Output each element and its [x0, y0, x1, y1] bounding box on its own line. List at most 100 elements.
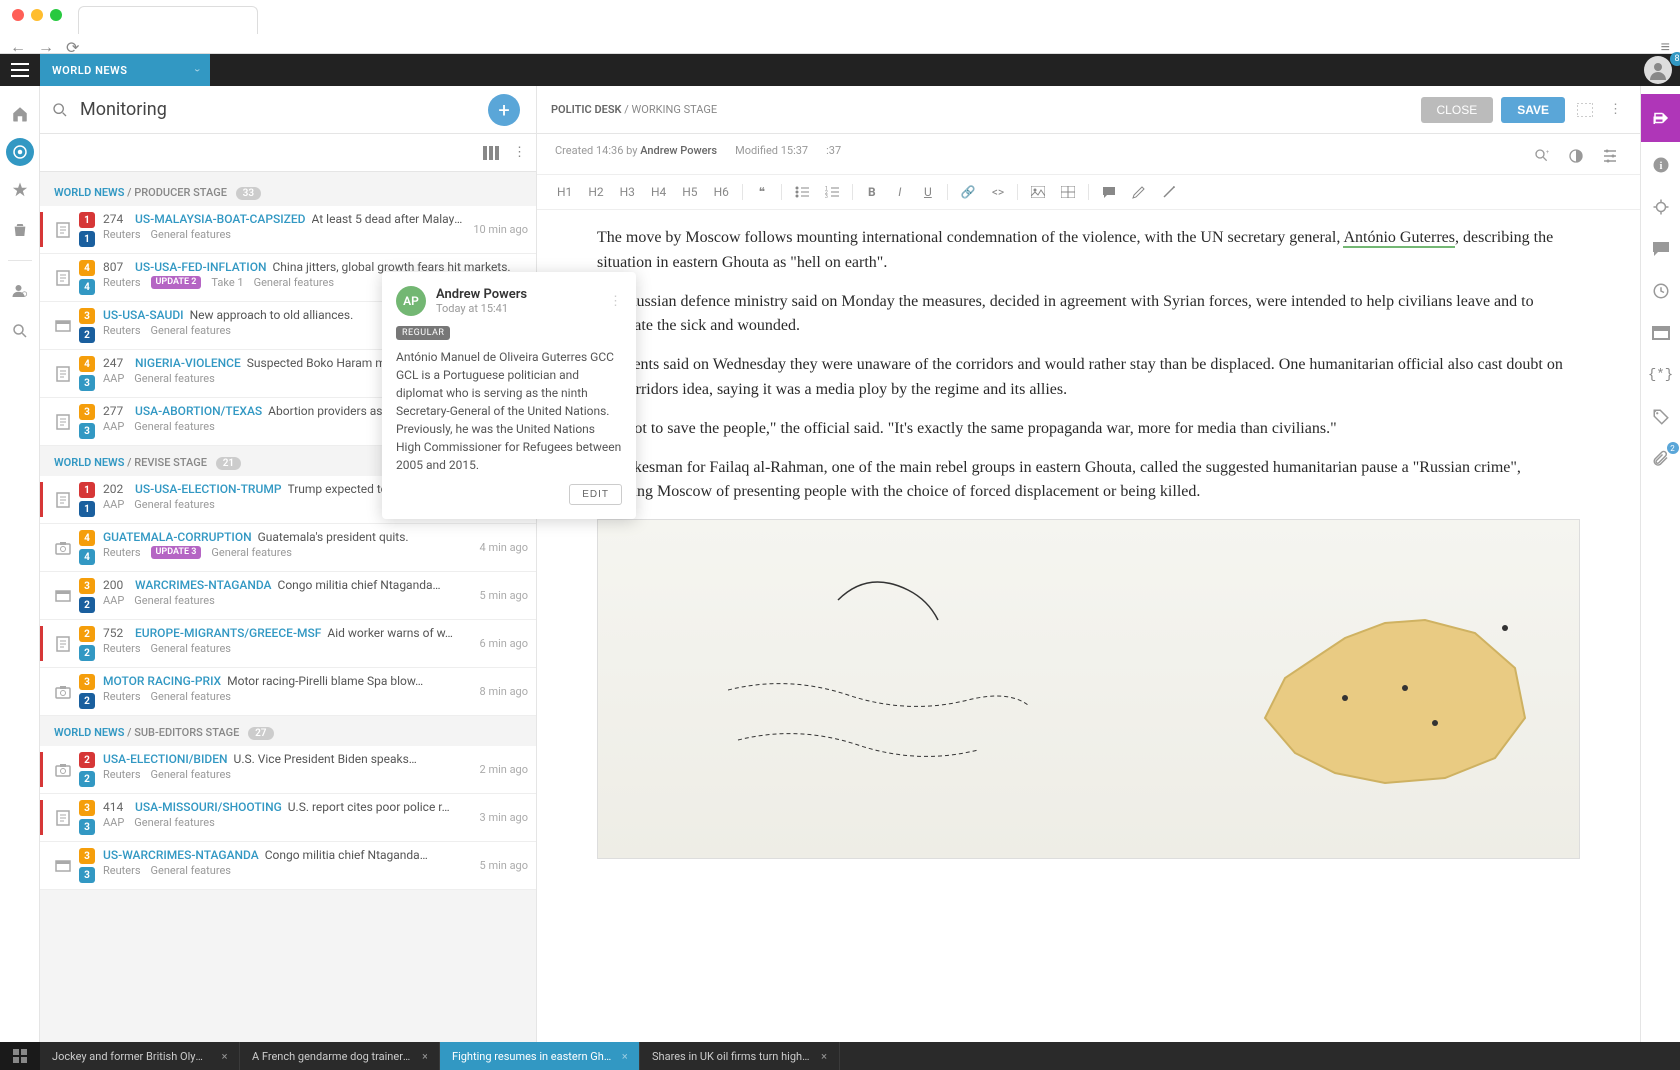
- comment-button[interactable]: [1096, 182, 1122, 202]
- home-icon[interactable]: [4, 98, 36, 130]
- back-icon[interactable]: ←: [10, 37, 26, 57]
- slugline: USA-ELECTIONI/BIDEN: [103, 752, 228, 766]
- packages-icon[interactable]: [1641, 314, 1680, 352]
- window-maximize-icon[interactable]: [50, 9, 62, 21]
- add-button[interactable]: +: [488, 94, 520, 126]
- hamburger-menu-icon[interactable]: [0, 54, 40, 86]
- italic-button[interactable]: I: [888, 181, 912, 203]
- article-paragraph[interactable]: A spokesman for Failaq al-Rahman, one of…: [597, 456, 1580, 506]
- unordered-list-button[interactable]: [789, 182, 815, 202]
- article-paragraph[interactable]: The Russian defence ministry said on Mon…: [597, 290, 1580, 340]
- send-to-button[interactable]: [1641, 94, 1680, 142]
- desk-dropdown[interactable]: WORLD NEWS: [40, 54, 210, 86]
- category: General features: [151, 690, 231, 703]
- h6-button[interactable]: H6: [708, 181, 735, 203]
- suggest-button[interactable]: [1156, 181, 1182, 203]
- layout-icon[interactable]: [1573, 99, 1597, 121]
- info-icon[interactable]: i: [1641, 146, 1680, 184]
- save-button[interactable]: SAVE: [1501, 97, 1565, 123]
- list-item[interactable]: 3 3 US-WARCRIMES-NTAGANDA Congo militia …: [40, 842, 536, 890]
- urgency-badge: 1: [79, 231, 95, 247]
- notifications-icon[interactable]: 8: [1636, 56, 1680, 84]
- close-tab-icon[interactable]: ×: [222, 1050, 227, 1063]
- priority-badge: 3: [79, 800, 95, 816]
- list-item[interactable]: 1 1 274 US-MALAYSIA-BOAT-CAPSIZED At lea…: [40, 206, 536, 254]
- macros-icon[interactable]: {*}: [1641, 356, 1680, 394]
- category: General features: [134, 420, 214, 433]
- source: AAP: [103, 594, 124, 607]
- workspace-tab[interactable]: Jockey and former British Olympic…×: [40, 1042, 240, 1070]
- h4-button[interactable]: H4: [645, 181, 672, 203]
- history-icon[interactable]: [1641, 272, 1680, 310]
- workspace-tab-label: Fighting resumes in eastern Ghouta…: [452, 1050, 612, 1063]
- user-avatar[interactable]: [1644, 56, 1672, 84]
- category: General features: [151, 324, 231, 337]
- quote-button[interactable]: ❝: [750, 181, 774, 203]
- popover-edit-button[interactable]: EDIT: [569, 484, 622, 505]
- close-tab-icon[interactable]: ×: [422, 1050, 427, 1063]
- close-tab-icon[interactable]: ×: [622, 1050, 627, 1063]
- table-button[interactable]: [1055, 182, 1081, 202]
- author-name[interactable]: Andrew Powers: [640, 144, 717, 157]
- left-navigation-rail: [0, 86, 40, 1042]
- comments-rail-icon[interactable]: [1641, 230, 1680, 268]
- annotation-button[interactable]: [1126, 181, 1152, 203]
- priority-badge: 4: [79, 260, 95, 276]
- underline-button[interactable]: U: [916, 181, 940, 203]
- browser-menu-icon[interactable]: ≡: [1661, 37, 1670, 57]
- ordered-list-button[interactable]: 123: [819, 182, 845, 202]
- window-minimize-icon[interactable]: [31, 9, 43, 21]
- category: General features: [211, 546, 291, 559]
- bold-button[interactable]: B: [860, 181, 884, 203]
- list-item[interactable]: 2 2 USA-ELECTIONI/BIDEN U.S. Vice Presid…: [40, 746, 536, 794]
- annotated-span[interactable]: António Guterres: [1343, 229, 1455, 248]
- window-close-icon[interactable]: [12, 9, 24, 21]
- settings-sliders-icon[interactable]: [1598, 144, 1622, 168]
- stage-header[interactable]: WORLD NEWS / PRODUCER STAGE 33: [40, 176, 536, 206]
- embedded-map[interactable]: [597, 519, 1580, 859]
- word-count: 752: [103, 626, 129, 640]
- editor-more-icon[interactable]: ⋮: [1605, 98, 1626, 121]
- advanced-search-icon[interactable]: [4, 315, 36, 347]
- browser-tab[interactable]: [78, 6, 258, 34]
- article-body[interactable]: The move by Moscow follows mounting inte…: [537, 210, 1640, 1042]
- list-item[interactable]: 3 3 414 USA-MISSOURI/SHOOTING U.S. repor…: [40, 794, 536, 842]
- related-icon[interactable]: [1641, 188, 1680, 226]
- list-item[interactable]: 3 2 200 WARCRIMES-NTAGANDA Congo militia…: [40, 572, 536, 620]
- more-options-icon[interactable]: ⋮: [513, 145, 526, 160]
- h3-button[interactable]: H3: [614, 181, 641, 203]
- search-icon[interactable]: [52, 102, 68, 118]
- trash-icon[interactable]: [4, 214, 36, 246]
- list-item[interactable]: 2 2 752 EUROPE-MIGRANTS/GREECE-MSF Aid w…: [40, 620, 536, 668]
- h2-button[interactable]: H2: [582, 181, 609, 203]
- workspace-tab[interactable]: Shares in UK oil firms turn higher×: [640, 1042, 840, 1070]
- star-icon[interactable]: [4, 174, 36, 206]
- close-button[interactable]: CLOSE: [1421, 97, 1494, 123]
- link-button[interactable]: 🔗: [955, 181, 982, 203]
- close-tab-icon[interactable]: ×: [821, 1050, 827, 1063]
- image-button[interactable]: [1025, 182, 1051, 202]
- tags-icon[interactable]: [1641, 398, 1680, 436]
- text-type-icon: [49, 260, 77, 295]
- article-paragraph[interactable]: The move by Moscow follows mounting inte…: [597, 226, 1580, 276]
- h5-button[interactable]: H5: [676, 181, 703, 203]
- list-item[interactable]: 4 4 GUATEMALA-CORRUPTION Guatemala's pre…: [40, 524, 536, 572]
- h1-button[interactable]: H1: [551, 181, 578, 203]
- article-paragraph[interactable]: Residents said on Wednesday they were un…: [597, 353, 1580, 403]
- article-paragraph[interactable]: "It's not to save the people," the offic…: [597, 417, 1580, 442]
- urgency-badge: 3: [79, 375, 95, 391]
- user-assign-icon[interactable]: [4, 275, 36, 307]
- workspace-tab[interactable]: Fighting resumes in eastern Ghouta… ×: [440, 1042, 640, 1070]
- workspace-grid-icon[interactable]: [0, 1042, 40, 1070]
- stage-header[interactable]: WORLD NEWS / SUB-EDITORS STAGE 27: [40, 716, 536, 746]
- list-item[interactable]: 3 2 MOTOR RACING-PRIX Motor racing-Pirel…: [40, 668, 536, 716]
- popover-more-icon[interactable]: ⋮: [609, 294, 622, 309]
- monitoring-icon[interactable]: [6, 138, 34, 166]
- column-view-icon[interactable]: [483, 146, 499, 160]
- contrast-icon[interactable]: [1564, 144, 1588, 168]
- attachments-icon[interactable]: 2: [1641, 440, 1680, 478]
- workspace-tab[interactable]: A French gendarme dog trainer of PSIG×: [240, 1042, 440, 1070]
- priority-badge: 1: [79, 482, 95, 498]
- embed-button[interactable]: <>: [986, 181, 1010, 203]
- find-replace-icon[interactable]: +: [1530, 144, 1554, 168]
